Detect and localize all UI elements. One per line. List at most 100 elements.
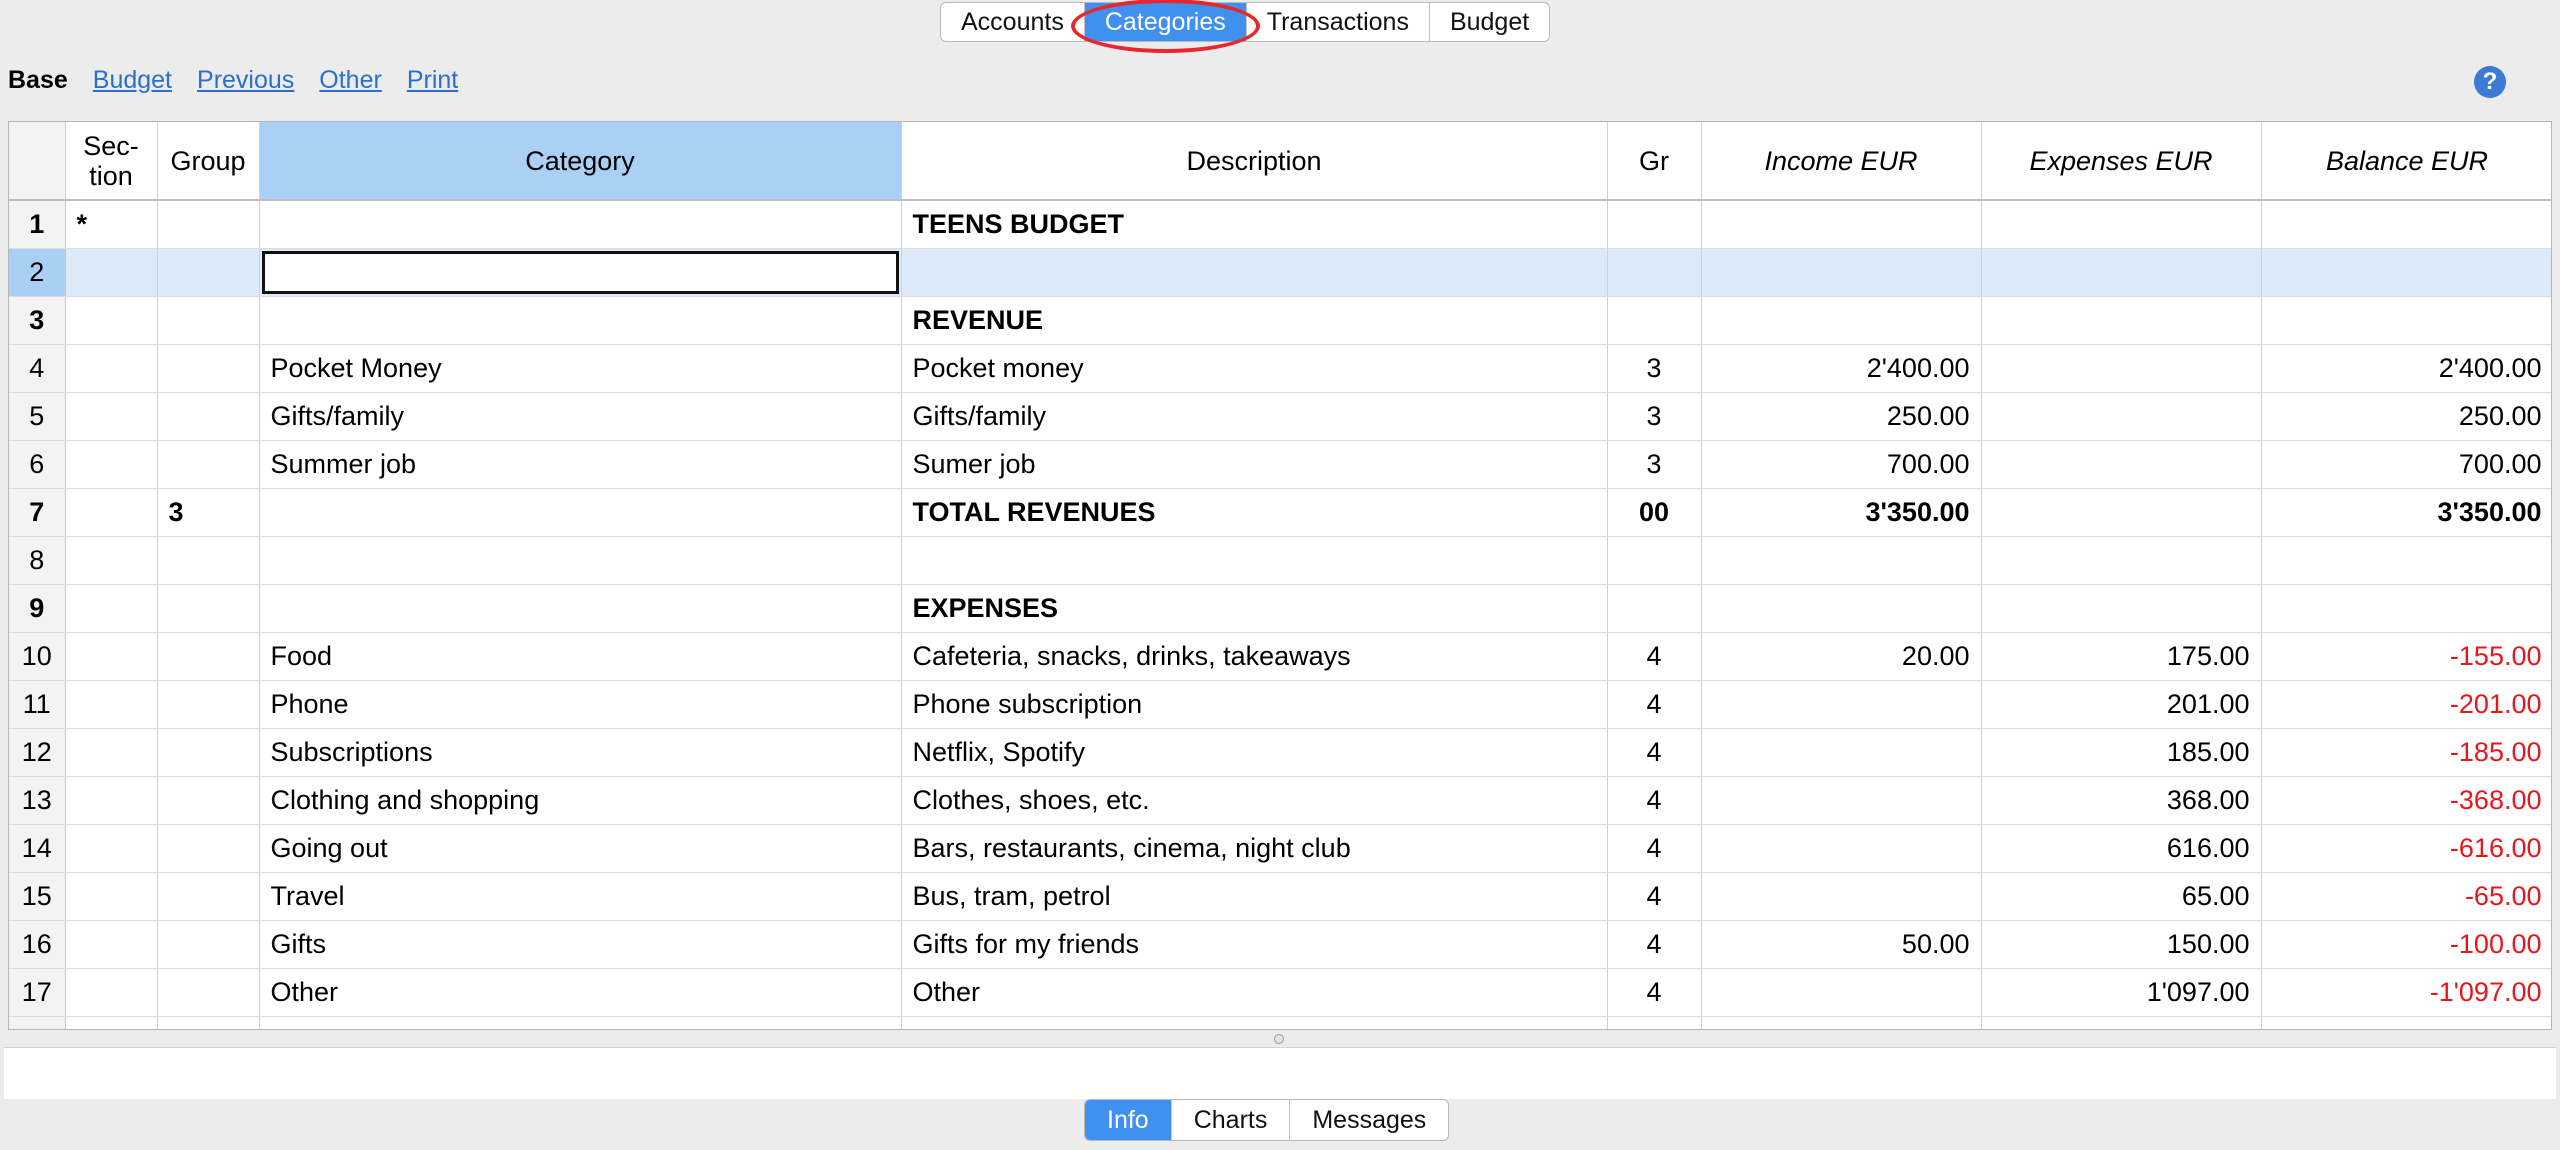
group-cell[interactable]: 3 <box>157 488 260 537</box>
description-cell[interactable]: Sumer job <box>901 440 1608 489</box>
description-cell[interactable]: Other <box>901 968 1608 1017</box>
category-cell[interactable]: Gifts <box>259 920 902 969</box>
table-row[interactable]: 12 Subscriptions Netflix, Spotify 4 185.00 -1… <box>9 728 2551 777</box>
gr-cell[interactable]: 00 <box>1607 488 1702 537</box>
expenses-cell[interactable]: 2'857.00 <box>1981 1016 2262 1029</box>
table-row[interactable]: 9 EXPENSES <box>9 584 2551 633</box>
tab-info[interactable]: Info <box>1085 1100 1172 1140</box>
gr-cell[interactable]: 4 <box>1607 872 1702 921</box>
balance-cell[interactable] <box>2261 296 2551 345</box>
group-cell[interactable] <box>157 584 260 633</box>
gr-cell[interactable]: 4 <box>1607 968 1702 1017</box>
view-base[interactable]: Base <box>8 66 68 95</box>
income-cell[interactable]: 20.00 <box>1701 632 1982 681</box>
expenses-cell[interactable]: 175.00 <box>1981 632 2262 681</box>
group-cell[interactable] <box>157 296 260 345</box>
expenses-cell[interactable] <box>1981 200 2262 249</box>
category-cell[interactable]: Clothing and shopping <box>259 776 902 825</box>
tab-transactions[interactable]: Transactions <box>1247 3 1430 41</box>
category-cell[interactable]: Travel <box>259 872 902 921</box>
row-number[interactable]: 1 <box>9 200 66 249</box>
income-cell[interactable]: 3'350.00 <box>1701 488 1982 537</box>
gr-cell[interactable]: 4 <box>1607 728 1702 777</box>
balance-cell[interactable]: -185.00 <box>2261 728 2551 777</box>
table-row[interactable]: 3 REVENUE <box>9 296 2551 345</box>
table-row[interactable]: 17 Other Other 4 1'097.00 -1'097.00 <box>9 968 2551 1017</box>
group-cell[interactable] <box>157 776 260 825</box>
group-cell[interactable] <box>157 440 260 489</box>
description-cell[interactable]: Cafeteria, snacks, drinks, takeaways <box>901 632 1608 681</box>
group-cell[interactable] <box>157 392 260 441</box>
group-cell[interactable] <box>157 728 260 777</box>
row-number[interactable]: 13 <box>9 776 66 825</box>
table-row[interactable]: 8 <box>9 536 2551 585</box>
row-number[interactable]: 15 <box>9 872 66 921</box>
table-row[interactable]: 11 Phone Phone subscription 4 201.00 -201.00 <box>9 680 2551 729</box>
row-number[interactable]: 11 <box>9 680 66 729</box>
category-cell[interactable]: Gifts/family <box>259 392 902 441</box>
income-cell[interactable] <box>1701 248 1982 297</box>
gr-cell[interactable] <box>1607 200 1702 249</box>
tab-charts[interactable]: Charts <box>1172 1100 1291 1140</box>
table-row[interactable]: 7 3 TOTAL REVENUES 00 3'350.00 3'350.00 <box>9 488 2551 537</box>
income-cell[interactable] <box>1701 872 1982 921</box>
section-cell[interactable] <box>65 584 158 633</box>
income-cell[interactable]: 70.00 <box>1701 1016 1982 1029</box>
section-cell[interactable] <box>65 344 158 393</box>
description-cell[interactable]: Pocket money <box>901 344 1608 393</box>
table-row[interactable]: 10 Food Cafeteria, snacks, drinks, takeawa… <box>9 632 2551 681</box>
description-cell[interactable]: Bus, tram, petrol <box>901 872 1608 921</box>
expenses-cell[interactable]: 150.00 <box>1981 920 2262 969</box>
table-row[interactable]: 6 Summer job Sumer job 3 700.00 700.00 <box>9 440 2551 489</box>
row-number[interactable]: 8 <box>9 536 66 585</box>
income-cell[interactable] <box>1701 728 1982 777</box>
category-cell[interactable] <box>259 248 902 297</box>
balance-cell[interactable] <box>2261 536 2551 585</box>
row-number[interactable]: 18 <box>9 1016 66 1029</box>
table-row[interactable]: 15 Travel Bus, tram, petrol 4 65.00 -65.00 <box>9 872 2551 921</box>
description-cell[interactable] <box>901 248 1608 297</box>
description-cell[interactable]: Netflix, Spotify <box>901 728 1608 777</box>
description-cell[interactable]: Gifts for my friends <box>901 920 1608 969</box>
corner-cell[interactable] <box>9 122 66 201</box>
tab-budget[interactable]: Budget <box>1430 3 1549 41</box>
description-cell[interactable]: Phone subscription <box>901 680 1608 729</box>
row-number[interactable]: 7 <box>9 488 66 537</box>
section-cell[interactable] <box>65 920 158 969</box>
category-cell[interactable] <box>259 536 902 585</box>
category-cell[interactable]: Other <box>259 968 902 1017</box>
view-link-other[interactable]: Other <box>319 66 382 95</box>
table-row[interactable]: 4 Pocket Money Pocket money 3 2'400.00 2'400.… <box>9 344 2551 393</box>
group-cell[interactable] <box>157 536 260 585</box>
gr-cell[interactable]: 4 <box>1607 824 1702 873</box>
income-cell[interactable] <box>1701 296 1982 345</box>
income-cell[interactable] <box>1701 200 1982 249</box>
table-row[interactable]: 16 Gifts Gifts for my friends 4 50.00 150.00-… <box>9 920 2551 969</box>
section-cell[interactable]: * <box>65 200 158 249</box>
section-cell[interactable] <box>65 488 158 537</box>
table-row[interactable]: 2 <box>9 248 2551 297</box>
section-cell[interactable] <box>65 296 158 345</box>
gr-cell[interactable]: 4 <box>1607 632 1702 681</box>
gr-cell[interactable]: 3 <box>1607 392 1702 441</box>
description-cell[interactable] <box>901 536 1608 585</box>
group-cell[interactable]: 4 <box>157 1016 260 1029</box>
expenses-cell[interactable]: 65.00 <box>1981 872 2262 921</box>
income-cell[interactable]: 2'400.00 <box>1701 344 1982 393</box>
row-number[interactable]: 12 <box>9 728 66 777</box>
description-cell[interactable]: Gifts/family <box>901 392 1608 441</box>
gr-cell[interactable]: 4 <box>1607 920 1702 969</box>
help-icon[interactable]: ? <box>2474 66 2506 98</box>
category-cell[interactable]: Going out <box>259 824 902 873</box>
expenses-cell[interactable]: 201.00 <box>1981 680 2262 729</box>
category-cell[interactable]: Pocket Money <box>259 344 902 393</box>
income-cell[interactable] <box>1701 680 1982 729</box>
row-number[interactable]: 5 <box>9 392 66 441</box>
column-header-section[interactable]: Sec-tion <box>65 122 158 201</box>
description-cell[interactable]: REVENUE <box>901 296 1608 345</box>
table-row[interactable]: 1 * TEENS BUDGET <box>9 200 2551 249</box>
category-cell[interactable] <box>259 1016 902 1029</box>
column-header-expenses[interactable]: Expenses EUR <box>1981 122 2262 201</box>
gr-cell[interactable] <box>1607 248 1702 297</box>
expenses-cell[interactable] <box>1981 392 2262 441</box>
